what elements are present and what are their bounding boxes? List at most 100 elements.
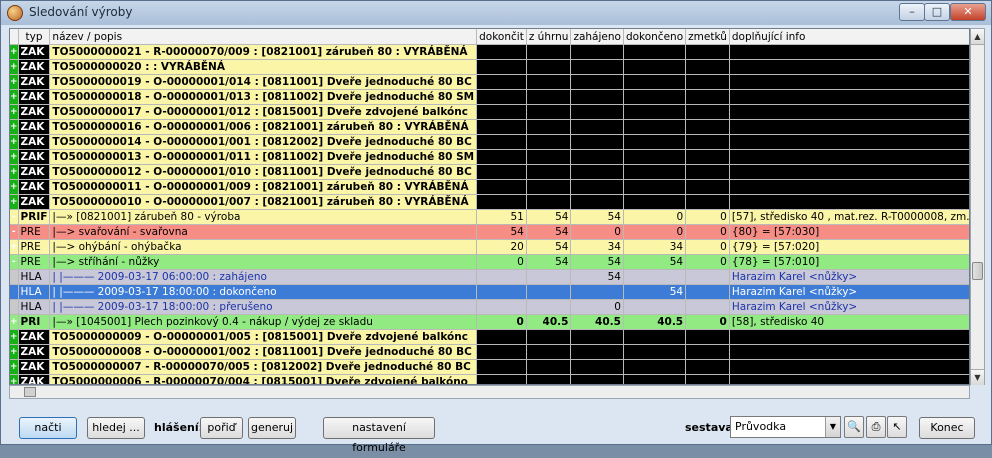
table-row[interactable]: + ZAK TO5000000013 - O-00000001/011 : [081…	[10, 149, 969, 165]
expand-toggle[interactable]	[10, 269, 19, 285]
row-value	[685, 344, 730, 360]
table-row[interactable]: HLA | |——— 2009-03-17 18:00:00 : přeruše…	[10, 299, 969, 315]
row-value: 54	[570, 254, 624, 270]
table-row[interactable]: + ZAK TO5000000016 - O-00000001/006 : [082…	[10, 119, 969, 135]
col-dokonceno[interactable]: dokončeno	[623, 29, 687, 45]
table-row[interactable]: - PRIF |—» [0821001] zárubeň 80 - výroba 51…	[10, 209, 969, 225]
print-icon[interactable]: ⎙	[866, 416, 886, 438]
row-name: TO5000000010 - O-00000001/007 : [0821001…	[49, 194, 478, 210]
expand-toggle[interactable]: -	[10, 224, 19, 240]
table-row[interactable]: + ZAK TO5000000006 - R-00000070/004 : [081…	[10, 374, 969, 384]
col-dokoncit[interactable]: dokončit	[476, 29, 527, 45]
row-value	[526, 299, 572, 315]
col-typ[interactable]: typ	[18, 29, 51, 45]
col-zmetku[interactable]: zmetků	[685, 29, 730, 45]
row-type: ZAK	[18, 359, 51, 375]
close-button[interactable]: ✕	[950, 3, 986, 21]
row-value	[685, 329, 730, 345]
expand-toggle[interactable]: +	[10, 329, 19, 345]
table-row[interactable]: + ZAK TO5000000014 - O-00000001/001 : [081…	[10, 134, 969, 150]
horizontal-scrollbar[interactable]	[9, 385, 970, 399]
table-row[interactable]: + ZAK TO5000000020 : : VYRÁBĚNÁ	[10, 59, 969, 75]
row-value: 0	[476, 314, 527, 330]
row-value	[526, 149, 572, 165]
expand-toggle[interactable]: +	[10, 194, 19, 210]
expand-toggle[interactable]: +	[10, 44, 19, 60]
form-settings-button[interactable]: nastavení formuláře	[323, 417, 435, 454]
expand-toggle[interactable]: +	[10, 104, 19, 120]
row-value	[476, 134, 527, 150]
scroll-thumb[interactable]	[972, 262, 983, 280]
expand-toggle[interactable]: +	[10, 164, 19, 180]
production-grid[interactable]: typ název / popis dokončit z úhrnu zaháj…	[9, 28, 970, 385]
table-row[interactable]: + PRI |—» [1045001] Plech pozinkový 0.4 - …	[10, 314, 969, 330]
expand-toggle[interactable]	[10, 299, 19, 315]
search-button[interactable]: hledej ...	[87, 417, 145, 439]
expand-toggle[interactable]: +	[10, 149, 19, 165]
table-row[interactable]: - PRE |—> stříhání - nůžky 0 54 54 54 0 {78} = …	[10, 254, 969, 270]
row-value	[476, 299, 527, 315]
expand-toggle[interactable]: +	[10, 134, 19, 150]
create-button[interactable]: pořiď	[200, 417, 243, 439]
row-value: 0	[623, 209, 687, 225]
row-value	[526, 269, 572, 285]
pointer-icon[interactable]: ↖	[887, 416, 907, 438]
expand-toggle[interactable]: -	[10, 209, 19, 225]
row-type: ZAK	[18, 119, 51, 135]
expand-toggle[interactable]: +	[10, 344, 19, 360]
expand-toggle[interactable]: +	[10, 374, 19, 384]
table-row[interactable]: + PRE |—> ohýbání - ohýbačka 20 54 34 34 0 {79}…	[10, 239, 969, 255]
vertical-scrollbar[interactable]: ▲ ▼	[970, 28, 985, 385]
table-row[interactable]: + ZAK TO5000000018 - O-00000001/013 : [081…	[10, 89, 969, 105]
scroll-up-icon[interactable]: ▲	[971, 29, 984, 45]
col-z-uhrnu[interactable]: z úhrnu	[526, 29, 572, 45]
table-row[interactable]: + ZAK TO5000000008 - O-00000001/002 : [081…	[10, 344, 969, 360]
table-row[interactable]: + ZAK TO5000000007 - R-00000070/005 : [081…	[10, 359, 969, 375]
expand-toggle[interactable]: +	[10, 179, 19, 195]
expand-toggle[interactable]: +	[10, 314, 19, 330]
report-set-select[interactable]: Průvodka ▼	[730, 416, 841, 438]
row-value	[526, 329, 572, 345]
maximize-button[interactable]: □	[924, 3, 950, 21]
scroll-down-icon[interactable]: ▼	[971, 369, 984, 385]
exit-button[interactable]: Konec	[919, 417, 975, 439]
col-zahajeno[interactable]: zahájeno	[570, 29, 624, 45]
expand-toggle[interactable]	[10, 284, 19, 300]
table-row[interactable]: HLA | |——— 2009-03-17 18:00:00 : dokonče…	[10, 284, 969, 300]
table-row[interactable]: + ZAK TO5000000021 - R-00000070/009 : [082…	[10, 44, 969, 60]
col-name[interactable]: název / popis	[49, 29, 478, 45]
table-row[interactable]: + ZAK TO5000000012 - O-00000001/010 : [081…	[10, 164, 969, 180]
table-row[interactable]: HLA | |——— 2009-03-17 06:00:00 : zahájen…	[10, 269, 969, 285]
row-value	[623, 74, 687, 90]
chevron-down-icon[interactable]: ▼	[825, 417, 840, 437]
table-row[interactable]: + ZAK TO5000000017 - O-00000001/012 : [081…	[10, 104, 969, 120]
row-type: HLA	[18, 299, 51, 315]
row-value	[623, 44, 687, 60]
expand-toggle[interactable]: +	[10, 359, 19, 375]
expand-toggle[interactable]: +	[10, 239, 19, 255]
report-set-label: sestava	[685, 421, 733, 434]
row-name: | |——— 2009-03-17 18:00:00 : přerušeno	[49, 299, 478, 315]
preview-icon[interactable]: 🔍	[844, 416, 864, 438]
table-row[interactable]: + ZAK TO5000000009 - O-00000001/005 : [081…	[10, 329, 969, 345]
expand-toggle[interactable]: -	[10, 254, 19, 270]
row-value	[526, 374, 572, 384]
expand-toggle[interactable]: +	[10, 119, 19, 135]
table-row[interactable]: - PRE |—> svařování - svařovna 54 54 0 0 0 {80}…	[10, 224, 969, 240]
col-info[interactable]: doplňující info	[729, 29, 969, 45]
expand-toggle[interactable]: +	[10, 59, 19, 75]
row-value	[685, 104, 730, 120]
load-button[interactable]: načti	[19, 417, 77, 439]
table-row[interactable]: + ZAK TO5000000011 - O-00000001/009 : [082…	[10, 179, 969, 195]
row-value	[570, 89, 624, 105]
minimize-button[interactable]: –	[899, 3, 925, 21]
row-value	[526, 74, 572, 90]
expand-toggle[interactable]: +	[10, 89, 19, 105]
generate-button[interactable]: generuj	[248, 417, 296, 439]
row-value: 34	[623, 239, 687, 255]
hscroll-thumb[interactable]	[24, 387, 36, 397]
table-row[interactable]: + ZAK TO5000000019 - O-00000001/014 : [081…	[10, 74, 969, 90]
row-value	[570, 119, 624, 135]
expand-toggle[interactable]: +	[10, 74, 19, 90]
table-row[interactable]: + ZAK TO5000000010 - O-00000001/007 : [082…	[10, 194, 969, 210]
